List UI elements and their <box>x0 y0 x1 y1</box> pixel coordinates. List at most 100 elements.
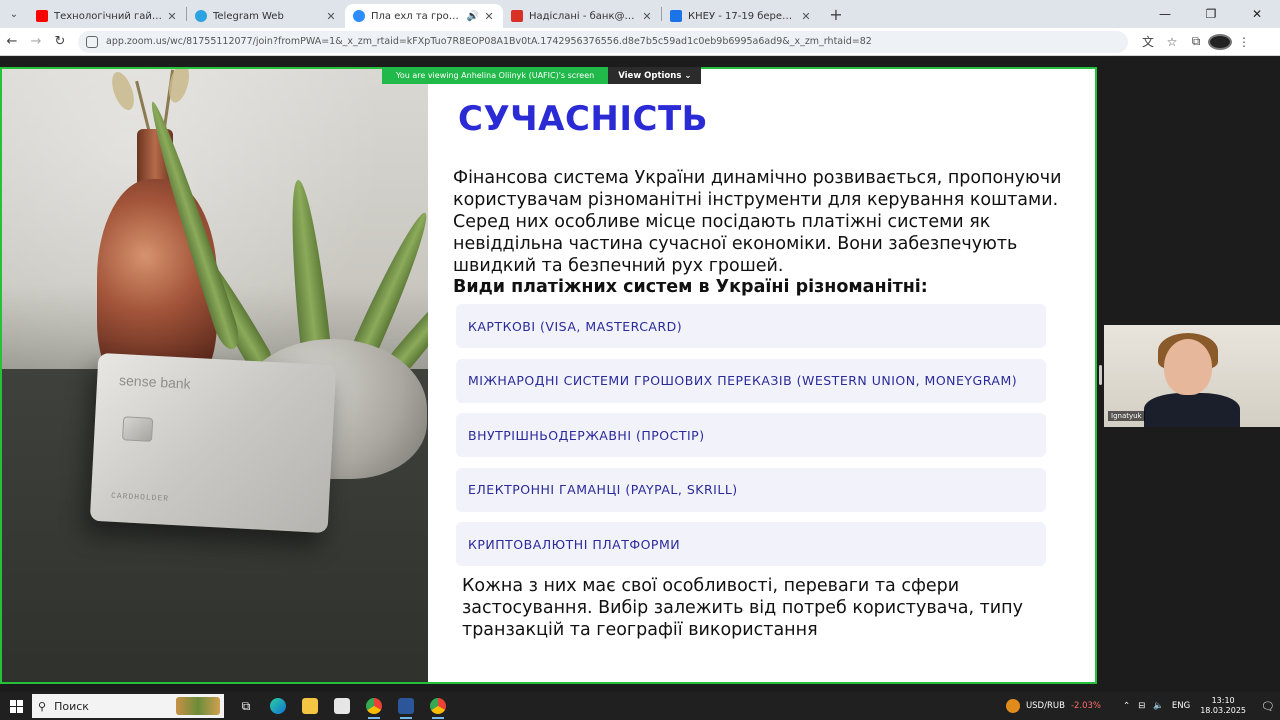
search-highlight-image <box>176 697 220 715</box>
bank-card: sense bank CARDHOLDER <box>89 352 337 534</box>
chrome-button-1[interactable] <box>358 692 390 720</box>
browser-tab-4[interactable]: КНЕУ - 17-19 березня 2025 р ✕ <box>662 4 820 28</box>
edge-button[interactable] <box>262 692 294 720</box>
windows-taskbar: ⚲ Поиск ⧉ USD/RUB -2.03% ⌃ ⊟ 🔈 ENG 13:10… <box>0 692 1280 720</box>
close-tab-icon[interactable]: ✕ <box>641 10 653 23</box>
notification-icon[interactable]: 🗨 <box>1256 700 1280 713</box>
reload-icon: ↻ <box>54 34 66 49</box>
task-view-button[interactable]: ⧉ <box>230 692 262 720</box>
clock[interactable]: 13:10 18.03.2025 <box>1200 696 1246 716</box>
profile-avatar[interactable] <box>1208 33 1232 50</box>
close-tab-icon[interactable]: ✕ <box>800 10 812 23</box>
screen-share-banner: You are viewing Anhelina Oliinyk (UAFIC)… <box>382 67 702 84</box>
bookmark-star-icon[interactable]: ☆ <box>1160 35 1184 49</box>
window-controls: — ❐ ✕ <box>1142 0 1280 28</box>
telegram-icon <box>195 10 207 22</box>
toolbar-actions: 文 ☆ ⧉ ⋮ <box>1136 33 1256 50</box>
tab-search-button[interactable]: ⌄ <box>0 0 28 28</box>
tab-strip: ⌄ Технологічний гайд-менеджм ✕ Telegram … <box>0 0 1280 28</box>
arrow-left-icon: ← <box>6 34 18 49</box>
speaker-icon[interactable]: 🔊 <box>467 11 479 22</box>
search-icon: ⚲ <box>38 699 47 713</box>
participant-body <box>1144 393 1240 427</box>
currency-icon <box>1005 699 1020 713</box>
close-window-button[interactable]: ✕ <box>1234 0 1280 28</box>
participant-video[interactable]: Ignatyuk <box>1104 325 1280 427</box>
browser-toolbar: ← → ↻ app.zoom.us/wc/81755112077/join?fr… <box>0 28 1280 56</box>
shared-screen: sense bank CARDHOLDER СУЧАСНІСТЬ Фінансо… <box>0 67 1097 684</box>
slide-paragraph: Фінансова система України динамічно розв… <box>453 168 1062 276</box>
clock-date: 18.03.2025 <box>1200 706 1246 715</box>
participant-name-label: Ignatyuk <box>1108 411 1145 421</box>
url-text: app.zoom.us/wc/81755112077/join?fromPWA=… <box>106 36 872 47</box>
slide-title: СУЧАСНІСТЬ <box>458 99 709 139</box>
chevron-up-icon[interactable]: ⌃ <box>1123 701 1130 711</box>
list-item: КРИПТОВАЛЮТНІ ПЛАТФОРМИ <box>456 522 1046 566</box>
windows-logo-icon <box>9 699 23 713</box>
task-view-icon: ⧉ <box>241 698 251 713</box>
browser-tab-2-active[interactable]: Пла ехл та грошо-пере 🔊 ✕ <box>345 4 503 28</box>
browser-tab-1[interactable]: Telegram Web ✕ <box>187 4 345 28</box>
folder-icon <box>302 698 318 714</box>
list-item: МІЖНАРОДНІ СИСТЕМИ ГРОШОВИХ ПЕРЕКАЗІВ (W… <box>456 358 1046 403</box>
translate-icon[interactable]: 文 <box>1136 33 1160 50</box>
address-bar[interactable]: app.zoom.us/wc/81755112077/join?fromPWA=… <box>78 30 1128 53</box>
forward-button[interactable]: → <box>24 30 48 54</box>
extensions-icon[interactable]: ⧉ <box>1184 34 1208 49</box>
taskbar-search[interactable]: ⚲ Поиск <box>32 694 224 718</box>
slide-content: СУЧАСНІСТЬ Фінансова система України дин… <box>428 69 1095 682</box>
list-item: ВНУТРІШНЬОДЕРЖАВНІ (ПРОСТІР) <box>456 413 1046 457</box>
start-button[interactable] <box>0 692 32 720</box>
close-tab-icon[interactable]: ✕ <box>166 10 178 23</box>
card-chip-icon <box>122 416 154 442</box>
participant-face <box>1164 339 1212 395</box>
menu-kebab-icon[interactable]: ⋮ <box>1232 35 1256 49</box>
ticker-change: -2.03% <box>1070 701 1102 711</box>
chrome-button-2[interactable] <box>422 692 454 720</box>
back-button[interactable]: ← <box>0 30 24 54</box>
search-placeholder: Поиск <box>54 699 89 713</box>
word-icon <box>398 698 414 714</box>
close-tab-icon[interactable]: ✕ <box>325 10 337 23</box>
maximize-button[interactable]: ❐ <box>1188 0 1234 28</box>
slide-footer-text: Кожна з них має свої особливості, перева… <box>462 576 1023 640</box>
word-button[interactable] <box>390 692 422 720</box>
browser-tab-3[interactable]: Надіслані - банк@gm ✕ <box>503 4 661 28</box>
site-info-icon[interactable] <box>86 35 98 48</box>
card-brand-logo: sense bank <box>118 372 192 392</box>
viewing-status: You are viewing Anhelina Oliinyk (UAFIC)… <box>382 67 609 84</box>
slide-subtitle: Види платіжних систем в Україні різноман… <box>453 277 928 297</box>
taskbar-apps: ⧉ <box>230 692 454 720</box>
document-icon <box>670 10 682 22</box>
slide-photo: sense bank CARDHOLDER <box>2 69 428 682</box>
close-tab-icon[interactable]: ✕ <box>483 10 495 23</box>
chevron-down-icon: ⌄ <box>9 8 19 20</box>
gmail-icon <box>511 10 523 22</box>
clock-time: 13:10 <box>1211 696 1235 705</box>
ticker-symbol: USD/RUB <box>1025 701 1065 711</box>
currency-widget[interactable]: USD/RUB -2.03% <box>1005 699 1102 713</box>
file-explorer-button[interactable] <box>294 692 326 720</box>
view-options-button[interactable]: View Options ⌄ <box>608 67 702 84</box>
new-tab-button[interactable]: + <box>824 5 848 24</box>
list-item: КАРТКОВІ (VISA, MASTERCARD) <box>456 304 1046 348</box>
zoom-icon <box>353 10 365 22</box>
payment-types-list: КАРТКОВІ (VISA, MASTERCARD) МІЖНАРОДНІ С… <box>456 304 1046 577</box>
store-button[interactable] <box>326 692 358 720</box>
edge-icon <box>270 698 286 714</box>
youtube-icon <box>36 10 48 22</box>
card-holder-label: CARDHOLDER <box>110 491 170 504</box>
system-tray: USD/RUB -2.03% ⌃ ⊟ 🔈 ENG 13:10 18.03.202… <box>1005 692 1280 720</box>
chrome-icon <box>366 698 382 714</box>
reload-button[interactable]: ↻ <box>48 30 72 54</box>
avatar-icon <box>1208 33 1232 50</box>
language-indicator[interactable]: ENG <box>1172 701 1190 711</box>
chrome-icon <box>430 698 446 714</box>
store-icon <box>334 698 350 714</box>
video-panel-resize-handle[interactable] <box>1099 365 1102 385</box>
network-icon[interactable]: ⊟ <box>1138 701 1145 711</box>
minimize-button[interactable]: — <box>1142 0 1188 28</box>
arrow-right-icon: → <box>30 34 42 49</box>
volume-icon[interactable]: 🔈 <box>1153 701 1164 711</box>
browser-tab-0[interactable]: Технологічний гайд-менеджм ✕ <box>28 4 186 28</box>
